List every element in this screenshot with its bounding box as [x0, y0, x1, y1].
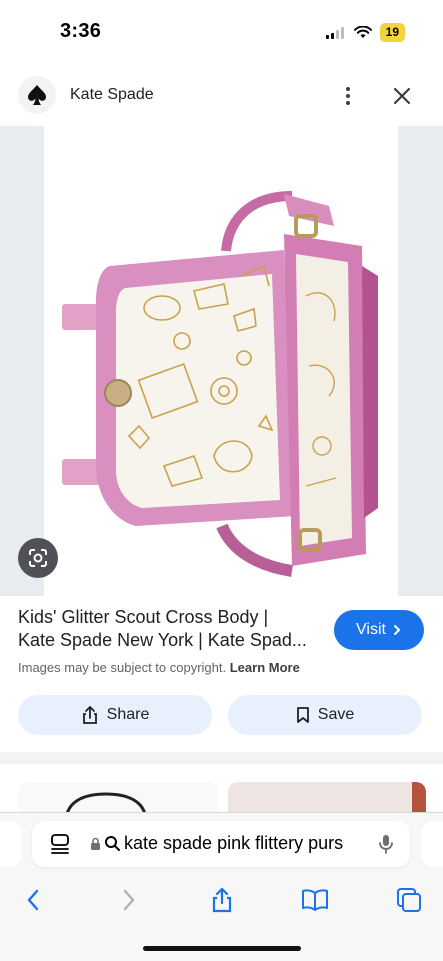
share-button[interactable]: Share	[18, 695, 212, 735]
copyright-text: Images may be subject to copyright.	[18, 660, 227, 675]
learn-more-link[interactable]: Learn More	[230, 660, 300, 675]
result-title-line1: Kids' Glitter Scout Cross Body |	[18, 607, 269, 627]
next-tab-preview[interactable]	[421, 821, 443, 867]
share-icon	[82, 705, 97, 724]
image-preview-area	[0, 126, 443, 596]
url-text: kate spade pink flittery purs	[124, 833, 344, 853]
visit-button[interactable]: Visit	[334, 610, 424, 650]
forward-button[interactable]	[114, 885, 144, 915]
tabs-icon	[51, 834, 69, 854]
address-bar[interactable]: kate spade pink flittery purs	[32, 821, 410, 867]
close-icon[interactable]	[390, 84, 414, 108]
site-name[interactable]: Kate Spade	[70, 86, 154, 104]
result-title-line2: Kate Spade New York | Kate Spad...	[18, 630, 307, 650]
status-time: 3:36	[60, 20, 102, 42]
bookmarks-icon	[302, 889, 328, 911]
product-image[interactable]	[44, 126, 398, 596]
bookmarks-button[interactable]	[300, 885, 330, 915]
tabs-icon	[397, 888, 421, 912]
bookmark-icon	[296, 707, 309, 723]
browser-toolbar: kate spade pink flittery purs	[0, 812, 443, 961]
back-button[interactable]	[18, 885, 48, 915]
share-page-button[interactable]	[207, 885, 237, 915]
related-thumbnail[interactable]	[228, 782, 426, 814]
search-icon	[105, 836, 120, 851]
tabs-button[interactable]	[394, 885, 424, 915]
chevron-right-icon	[393, 625, 401, 635]
more-vert-icon[interactable]	[336, 82, 360, 110]
share-label: Share	[106, 706, 150, 723]
related-thumbnail[interactable]	[18, 782, 218, 814]
purse-illustration	[62, 191, 378, 577]
copyright-notice: Images may be subject to copyright. Lear…	[18, 660, 300, 675]
section-divider	[0, 752, 443, 764]
home-indicator	[143, 946, 301, 951]
spade-logo-icon	[28, 85, 46, 105]
wifi-icon	[353, 26, 372, 38]
share-icon	[212, 887, 232, 913]
signal-icon	[325, 26, 344, 39]
site-header: Kate Spade	[0, 66, 443, 126]
mic-icon[interactable]	[378, 833, 394, 855]
status-icons: 19	[325, 23, 405, 42]
result-title[interactable]: Kids' Glitter Scout Cross Body | Kate Sp…	[18, 606, 323, 652]
save-label: Save	[317, 706, 355, 723]
related-results	[0, 764, 443, 814]
forward-icon	[123, 889, 135, 911]
lens-button[interactable]	[18, 538, 58, 578]
lock-icon	[91, 837, 100, 850]
lens-icon	[29, 549, 47, 567]
battery-indicator: 19	[379, 23, 405, 42]
status-bar: 3:36 19	[0, 0, 443, 66]
site-logo[interactable]	[18, 76, 56, 114]
save-button[interactable]: Save	[228, 695, 422, 735]
previous-tab-preview[interactable]	[0, 821, 22, 867]
visit-label: Visit	[356, 621, 386, 638]
back-icon	[27, 889, 39, 911]
